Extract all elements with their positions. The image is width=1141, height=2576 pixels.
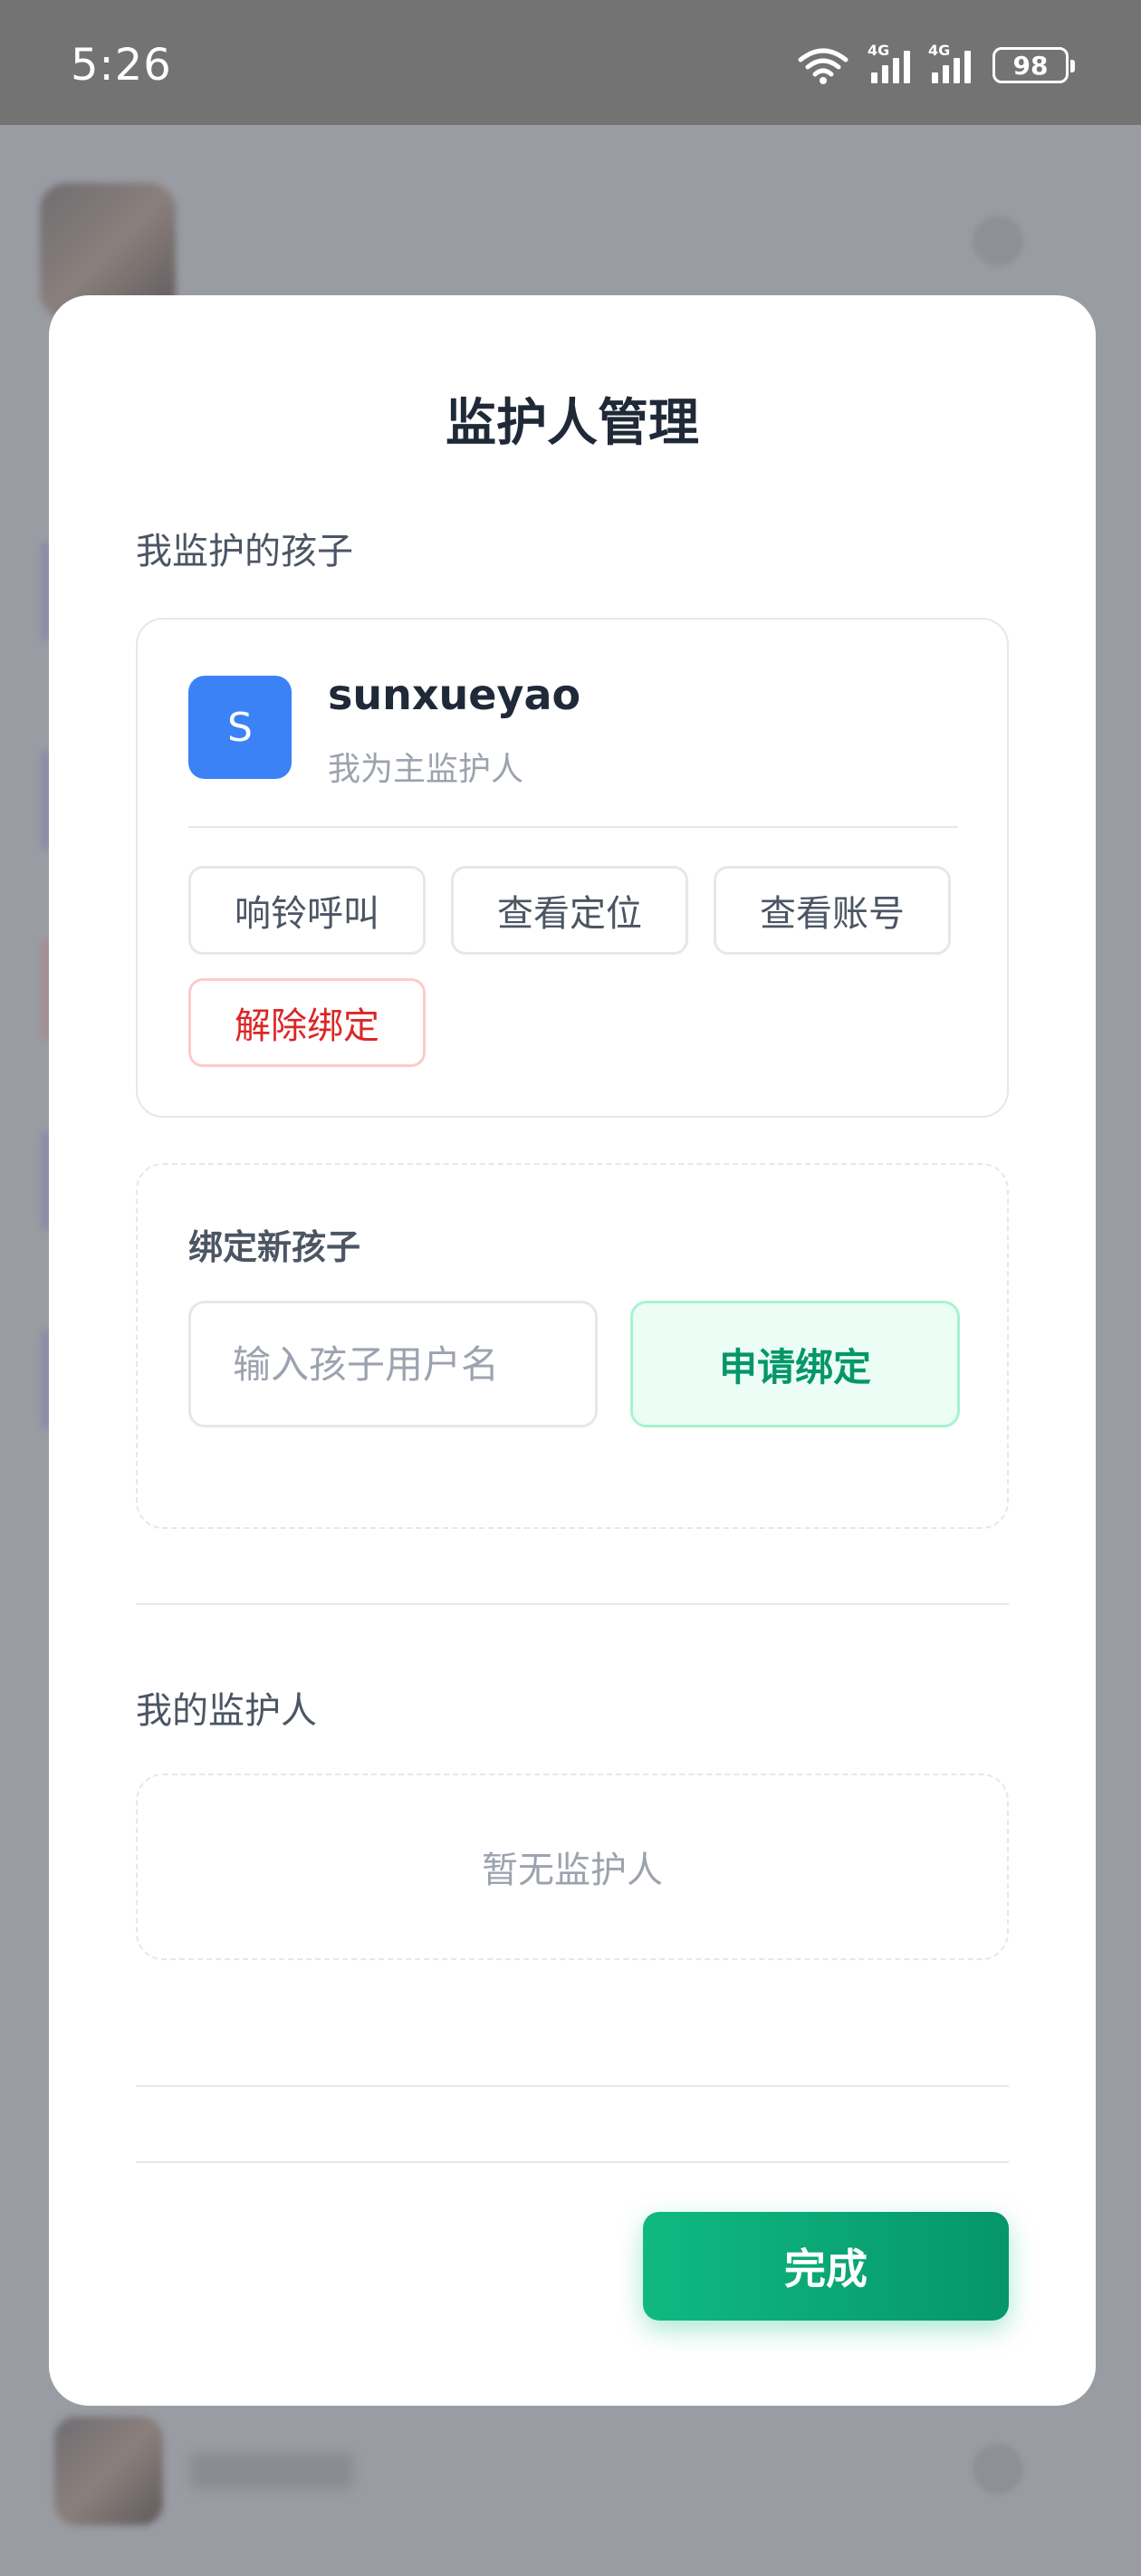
- request-bind-button[interactable]: 申请绑定: [630, 1301, 960, 1427]
- background-icon: [973, 216, 1023, 266]
- my-guardians-label: 我的监护人: [136, 1690, 317, 1732]
- battery-icon: 98: [992, 47, 1075, 83]
- background-icon: [973, 2444, 1023, 2494]
- wifi-icon: [797, 45, 849, 85]
- bind-new-child-section: 绑定新孩子 申请绑定: [136, 1163, 1009, 1529]
- dialog-title: 监护人管理: [446, 394, 699, 453]
- status-icons: 4G 4G 98: [797, 42, 1075, 85]
- status-bar: 5:26 4G 4G 98: [0, 0, 1141, 125]
- ring-call-button[interactable]: 响铃呼叫: [188, 866, 426, 955]
- unbind-button[interactable]: 解除绑定: [188, 978, 426, 1067]
- divider: [188, 826, 958, 828]
- bind-new-child-title: 绑定新孩子: [188, 1227, 361, 1267]
- guardians-empty-state: 暂无监护人: [136, 1773, 1009, 1960]
- child-username-input[interactable]: [188, 1301, 598, 1427]
- done-button[interactable]: 完成: [643, 2212, 1009, 2321]
- guardian-management-dialog: 监护人管理 我监护的孩子 S sunxueyao 我为主监护人 响铃呼叫 查看定…: [49, 295, 1096, 2406]
- view-account-button[interactable]: 查看账号: [714, 866, 951, 955]
- view-location-button[interactable]: 查看定位: [451, 866, 688, 955]
- cellular-signal-2-icon: 4G: [928, 42, 971, 83]
- status-time: 5:26: [71, 40, 172, 91]
- divider: [136, 2085, 1009, 2087]
- child-card: S sunxueyao 我为主监护人 响铃呼叫 查看定位 查看账号 解除绑定: [136, 618, 1009, 1118]
- divider: [136, 1603, 1009, 1605]
- guardians-empty-text: 暂无监护人: [482, 1850, 663, 1891]
- child-name: sunxueyao: [328, 670, 581, 719]
- cellular-signal-1-icon: 4G: [868, 42, 910, 83]
- background-text: [190, 2453, 353, 2489]
- divider: [136, 2161, 1009, 2163]
- my-children-label: 我监护的孩子: [136, 531, 353, 572]
- child-avatar: S: [188, 676, 292, 779]
- child-role: 我为主监护人: [328, 751, 524, 788]
- background-avatar: [54, 2417, 163, 2525]
